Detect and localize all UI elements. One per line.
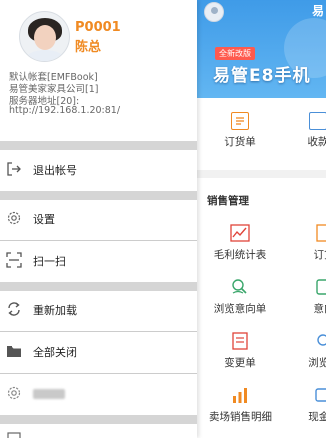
menu-label: 设置 xyxy=(33,213,55,226)
screen: 易 全新改版 易管E8手机 订货单 收款 销售管理 毛利统计表 订 浏览意向单 … xyxy=(0,0,326,438)
grid-label: 意向 xyxy=(313,303,326,315)
order-icon xyxy=(231,112,249,130)
partial-menu-item[interactable] xyxy=(0,424,197,438)
receipt-icon xyxy=(309,112,326,130)
gear-icon xyxy=(6,210,22,226)
cash-icon xyxy=(314,386,326,404)
divider xyxy=(0,240,197,241)
scan-menu-item[interactable]: 扫一扫 xyxy=(0,243,197,280)
grid-label: 毛利统计表 xyxy=(213,249,267,261)
grid-label: 订货 xyxy=(313,249,326,261)
quick-receipt-button[interactable]: 收款 xyxy=(287,106,326,149)
quick-order-button[interactable]: 订货单 xyxy=(209,106,271,149)
intent-icon xyxy=(314,278,326,296)
banner-tag: 全新改版 xyxy=(215,47,255,60)
side-drawer: P0001 陈总 默认帐套[EMFBook] 易管美家家具公司[1] 服务器地址… xyxy=(0,0,197,438)
user-profile: P0001 陈总 默认帐套[EMFBook] 易管美家家具公司[1] 服务器地址… xyxy=(0,0,197,140)
grid-item-view-receipt[interactable]: 浏览收 xyxy=(293,332,326,370)
divider xyxy=(0,373,197,374)
grid-item-profit-report[interactable]: 毛利统计表 xyxy=(209,224,271,262)
close-all-menu-item[interactable]: 全部关闭 xyxy=(0,334,197,371)
reload-icon xyxy=(6,301,22,317)
grid-item-order[interactable]: 订货 xyxy=(293,224,326,262)
grid-label: 浏览收 xyxy=(308,357,326,369)
receipt-view-icon xyxy=(314,332,326,350)
quick-receipt-label: 收款 xyxy=(307,136,326,148)
user-name: 陈总 xyxy=(75,40,102,55)
scan-icon xyxy=(6,252,22,268)
avatar-face xyxy=(34,25,56,50)
menu-label: 重新加载 xyxy=(33,304,77,317)
menu-label: 退出帐号 xyxy=(33,164,77,177)
blurred-label xyxy=(33,389,65,399)
grid-label: 浏览意向单 xyxy=(213,303,267,315)
section-divider xyxy=(197,170,326,178)
quick-order-label: 订货单 xyxy=(224,136,256,148)
blurred-menu-item[interactable] xyxy=(0,376,197,413)
divider xyxy=(0,415,197,424)
gear-icon xyxy=(6,385,22,401)
logout-menu-item[interactable]: 退出帐号 xyxy=(0,152,197,189)
grid-item-cash-daily[interactable]: 现金日 xyxy=(293,386,326,424)
divider xyxy=(0,282,197,291)
menu-label: 扫一扫 xyxy=(33,255,66,268)
change-icon xyxy=(230,332,250,350)
bar-chart-icon xyxy=(230,386,250,404)
intent-view-icon xyxy=(230,278,250,296)
avatar-icon[interactable] xyxy=(204,2,224,22)
server-url-line: http://192.168.1.20:81/ xyxy=(9,105,121,116)
grid-item-store-sales[interactable]: 卖场销售明细 xyxy=(209,386,272,424)
reload-menu-item[interactable]: 重新加载 xyxy=(0,292,197,329)
divider xyxy=(0,191,197,200)
order-icon xyxy=(314,224,326,242)
user-code: P0001 xyxy=(75,20,121,35)
logout-icon xyxy=(6,161,22,177)
menu-label: 全部关闭 xyxy=(33,346,77,359)
grid-label: 变更单 xyxy=(224,357,256,369)
home-screen: 易 全新改版 易管E8手机 订货单 收款 销售管理 毛利统计表 订 浏览意向单 … xyxy=(197,0,326,438)
grid-label: 卖场销售明细 xyxy=(209,411,272,423)
grid-item-change-order[interactable]: 变更单 xyxy=(209,332,271,370)
quick-actions: 订货单 收款 xyxy=(197,106,326,160)
grid-item-view-intent[interactable]: 浏览意向单 xyxy=(209,278,271,316)
settings-menu-item[interactable]: 设置 xyxy=(0,201,197,238)
grid-item-intent[interactable]: 意向 xyxy=(293,278,326,316)
banner-title: 易管E8手机 xyxy=(213,66,311,86)
banner-corner-text: 易 xyxy=(311,4,324,18)
section-title: 销售管理 xyxy=(207,195,249,207)
folder-icon xyxy=(6,343,22,359)
divider xyxy=(0,331,197,332)
divider xyxy=(0,141,197,150)
grid-label: 现金日 xyxy=(308,411,326,423)
avatar-body xyxy=(25,50,65,61)
line-chart-icon xyxy=(230,224,250,242)
avatar[interactable] xyxy=(19,11,70,62)
partial-icon xyxy=(6,426,22,438)
promo-banner[interactable]: 易 全新改版 易管E8手机 xyxy=(197,0,326,98)
